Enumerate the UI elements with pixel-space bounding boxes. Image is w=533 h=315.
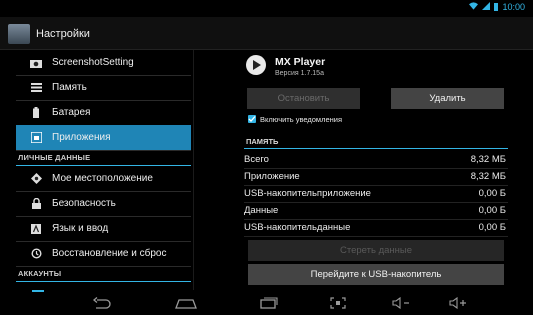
sidebar-item-label: Восстановление и сброс xyxy=(52,248,167,259)
sidebar-item-label: ScreenshotSetting xyxy=(52,57,134,68)
screenshot-icon[interactable] xyxy=(330,297,346,312)
volume-up-icon[interactable] xyxy=(449,296,469,312)
page-title: Настройки xyxy=(36,28,90,40)
clear-data-button[interactable]: Стереть данные xyxy=(248,240,504,261)
memory-row-app: Приложение 8,32 МБ xyxy=(244,168,508,186)
memory-row-label: Приложение xyxy=(244,171,300,182)
wifi-icon xyxy=(469,2,479,12)
memory-row-value: 0,00 Б xyxy=(478,222,506,233)
pane-divider xyxy=(193,50,194,290)
section-header-personal: ЛИЧНЫЕ ДАННЫЕ xyxy=(16,151,191,166)
volume-down-icon[interactable] xyxy=(392,296,412,312)
status-bar xyxy=(0,0,533,17)
sidebar-item-location[interactable]: Мое местоположение xyxy=(16,166,191,192)
memory-row-label: Данные xyxy=(244,205,279,216)
partial-list-item-indicator xyxy=(32,290,44,292)
sidebar-item-label: Память xyxy=(52,82,87,93)
camera-icon xyxy=(30,57,42,69)
sidebar-item-storage[interactable]: Память xyxy=(16,75,191,101)
memory-row-value: 0,00 Б xyxy=(478,188,506,199)
memory-row-value: 8,32 МБ xyxy=(470,171,506,182)
language-icon xyxy=(30,223,42,235)
recent-apps-icon[interactable] xyxy=(260,297,278,312)
memory-row-label: USB-накопительприложение xyxy=(244,188,371,199)
sidebar-item-label: Мое местоположение xyxy=(52,173,153,184)
lock-icon xyxy=(30,198,42,210)
memory-row-usb-app: USB-накопительприложение 0,00 Б xyxy=(244,185,508,203)
location-icon xyxy=(30,173,42,185)
force-stop-button[interactable]: Остановить xyxy=(247,88,360,109)
backup-icon xyxy=(30,248,42,260)
back-icon[interactable] xyxy=(92,297,112,312)
memory-row-usb-data: USB-накопительданные 0,00 Б xyxy=(244,219,508,237)
signal-icon xyxy=(482,2,491,12)
uninstall-button[interactable]: Удалить xyxy=(391,88,504,109)
memory-row-label: Всего xyxy=(244,154,269,165)
settings-app-icon[interactable] xyxy=(8,24,30,44)
apps-icon xyxy=(30,132,42,144)
sidebar-item-apps[interactable]: Приложения xyxy=(16,125,191,151)
status-indicators: 10:00 xyxy=(469,2,525,12)
mx-player-app-icon xyxy=(246,55,266,75)
sidebar-item-label: Безопасность xyxy=(52,198,116,209)
memory-row-total: Всего 8,32 МБ xyxy=(244,151,508,169)
sidebar-item-label: Приложения xyxy=(52,132,111,143)
sidebar-item-language[interactable]: Язык и ввод xyxy=(16,216,191,242)
notifications-checkbox[interactable] xyxy=(248,115,256,123)
memory-row-data: Данные 0,00 Б xyxy=(244,202,508,220)
app-version: Версия 1.7.15a xyxy=(275,70,324,77)
memory-row-label: USB-накопительданные xyxy=(244,222,351,233)
clock: 10:00 xyxy=(502,2,525,12)
notifications-label[interactable]: Включить уведомления xyxy=(260,115,342,124)
sidebar-item-label: Батарея xyxy=(52,107,91,118)
storage-icon xyxy=(30,82,42,94)
settings-list[interactable]: ScreenshotSetting Память Батарея Приложе… xyxy=(16,50,191,290)
sidebar-item-label: Язык и ввод xyxy=(52,223,109,234)
app-name: MX Player xyxy=(275,56,326,68)
sidebar-item-screenshot-setting[interactable]: ScreenshotSetting xyxy=(16,50,191,76)
battery-icon xyxy=(30,107,42,119)
memory-section-header: ПАМЯТЬ xyxy=(246,137,279,146)
memory-row-value: 8,32 МБ xyxy=(470,154,506,165)
sidebar-item-battery[interactable]: Батарея xyxy=(16,100,191,126)
sidebar-item-security[interactable]: Безопасность xyxy=(16,191,191,217)
battery-status-icon xyxy=(494,3,499,11)
section-divider xyxy=(244,148,508,149)
memory-row-value: 0,00 Б xyxy=(478,205,506,216)
section-header-accounts: АККАУНТЫ xyxy=(16,267,191,282)
move-to-usb-button[interactable]: Перейдите к USB-накопитель xyxy=(248,264,504,285)
home-icon[interactable] xyxy=(175,297,197,312)
sidebar-item-backup-reset[interactable]: Восстановление и сброс xyxy=(16,241,191,267)
